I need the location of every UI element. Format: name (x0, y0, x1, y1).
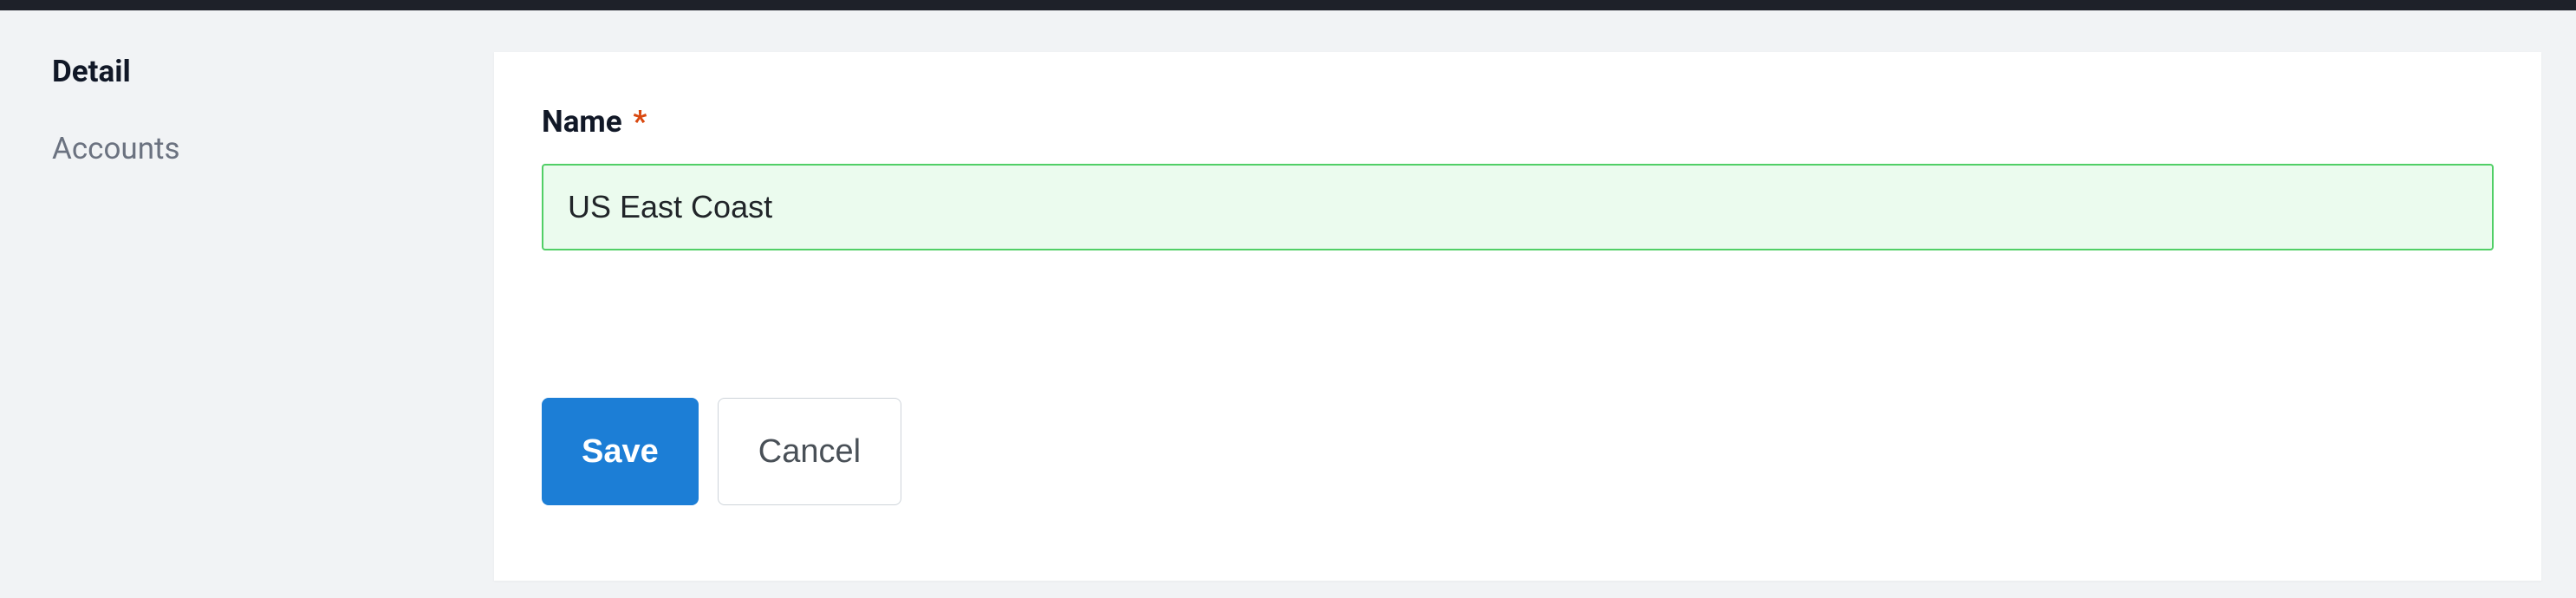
name-label-text: Name (542, 104, 622, 140)
button-row: Save Cancel (542, 398, 2494, 505)
name-label: Name * (542, 104, 2494, 140)
name-input[interactable] (542, 164, 2494, 250)
cancel-button[interactable]: Cancel (718, 398, 901, 505)
top-bar (0, 0, 2576, 10)
page-container: Detail Accounts Name * Save Cancel (0, 10, 2576, 598)
required-indicator: * (633, 104, 647, 140)
main-panel: Name * Save Cancel (494, 52, 2541, 581)
sidebar-item-accounts[interactable]: Accounts (52, 131, 442, 208)
sidebar-item-detail[interactable]: Detail (52, 54, 442, 131)
sidebar: Detail Accounts (0, 10, 494, 598)
save-button[interactable]: Save (542, 398, 699, 505)
